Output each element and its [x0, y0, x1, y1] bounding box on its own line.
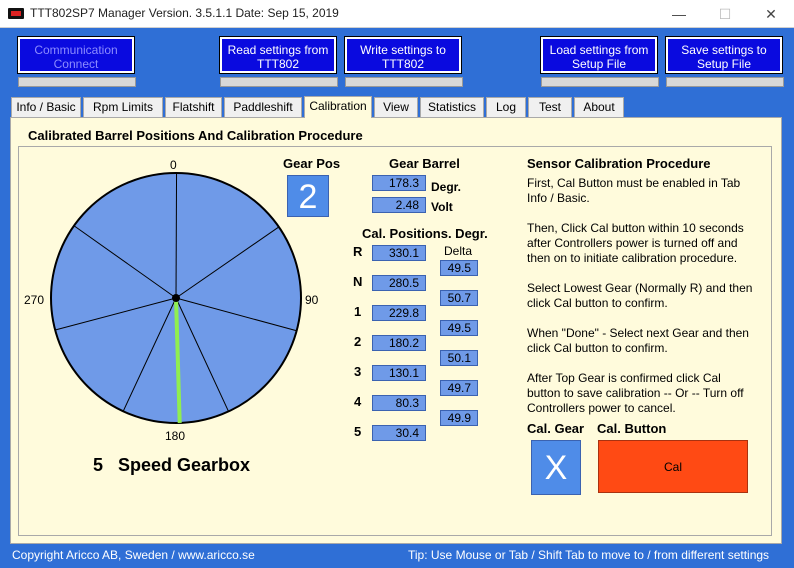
close-button[interactable]: ✕ [748, 0, 794, 28]
dial-label-180: 180 [165, 429, 186, 443]
procedure-step-2: Then, Click Cal button within 10 seconds… [527, 221, 744, 265]
volt-unit: Volt [431, 200, 453, 214]
tab-log[interactable]: Log [486, 97, 526, 117]
tab-test[interactable]: Test [528, 97, 572, 117]
save-line2: Setup File [696, 57, 752, 71]
dial-hub [172, 294, 180, 302]
gear-barrel-degrees: 178.3 [372, 175, 426, 191]
write-settings-button[interactable]: Write settings to TTT802 [344, 36, 462, 74]
cal-gear-label: Cal. Gear [527, 421, 585, 436]
read-line1: Read settings from [227, 43, 329, 57]
tab-paddleshift[interactable]: Paddleshift [224, 97, 302, 117]
load-line2: Setup File [571, 57, 627, 71]
tab-calibration[interactable]: Calibration [304, 96, 372, 118]
load-line1: Load settings from [549, 43, 649, 57]
procedure-step-3: Select Lowest Gear (Normally R) and then… [527, 281, 753, 310]
maximize-button[interactable]: ☐ [702, 0, 748, 28]
delta-value-5: 49.7 [440, 380, 478, 396]
gear-label-r: R [353, 244, 363, 259]
delta-value-3: 49.5 [440, 320, 478, 336]
app-icon [8, 8, 24, 19]
gear-label-n: N [353, 274, 363, 289]
delta-value-4: 50.1 [440, 350, 478, 366]
window-title: TTT802SP7 Manager Version. 3.5.1.1 Date:… [30, 6, 339, 20]
gear-label-4: 4 [354, 394, 362, 409]
gear-barrel-label: Gear Barrel [389, 156, 460, 171]
cal-positions-label: Cal. Positions. Degr. [362, 226, 488, 241]
write-line1: Write settings to [360, 43, 446, 57]
cal-value-4: 80.3 [372, 395, 426, 411]
save-status-bar [666, 77, 784, 87]
panel-heading: Calibrated Barrel Positions And Calibrat… [28, 128, 363, 143]
load-status-bar [541, 77, 659, 87]
tab-statistics[interactable]: Statistics [420, 97, 484, 117]
write-line2: TTT802 [381, 57, 424, 71]
tip-text: Tip: Use Mouse or Tab / Shift Tab to mov… [408, 548, 770, 562]
delta-value-6: 49.9 [440, 410, 478, 426]
read-settings-button[interactable]: Read settings from TTT802 [219, 36, 337, 74]
communication-status-bar [18, 77, 136, 87]
barrel-position-dial [50, 172, 302, 424]
tab-about[interactable]: About [574, 97, 624, 117]
cal-value-r: 330.1 [372, 245, 426, 261]
gear-label-5: 5 [354, 424, 362, 439]
dial-segment-line [175, 172, 178, 299]
procedure-step-1: First, Cal Button must be enabled in Tab… [527, 176, 741, 205]
delta-value-1: 49.5 [440, 260, 478, 276]
load-settings-button[interactable]: Load settings from Setup File [540, 36, 658, 74]
write-status-bar [345, 77, 463, 87]
procedure-step-4: When "Done" - Select next Gear and then … [527, 326, 749, 355]
tab-view[interactable]: View [374, 97, 418, 117]
tab-flatshift[interactable]: Flatshift [165, 97, 222, 117]
cal-button-label: Cal. Button [597, 421, 667, 436]
cal-value-2: 180.2 [372, 335, 426, 351]
read-status-bar [220, 77, 338, 87]
save-line1: Save settings to [681, 43, 767, 57]
delta-value-2: 50.7 [440, 290, 478, 306]
gear-label-1: 1 [354, 304, 362, 319]
cal-value-5: 30.4 [372, 425, 426, 441]
degrees-unit: Degr. [431, 180, 462, 194]
cal-value-1: 229.8 [372, 305, 426, 321]
cal-value-n: 280.5 [372, 275, 426, 291]
cal-button[interactable]: Cal [598, 440, 748, 493]
gear-barrel-volt: 2.48 [372, 197, 426, 213]
tab-info-basic[interactable]: Info / Basic [11, 97, 81, 117]
communication-line1: Communication [34, 43, 118, 57]
communication-connect-button[interactable]: Communication Connect [17, 36, 135, 74]
copyright-text: Copyright Aricco AB, Sweden / www.aricco… [12, 548, 255, 562]
gear-label-2: 2 [354, 334, 362, 349]
cal-gear-value: X [531, 440, 581, 495]
gearbox-label: 5 Speed Gearbox [93, 455, 251, 475]
cal-value-3: 130.1 [372, 365, 426, 381]
gear-pos-label: Gear Pos [283, 156, 341, 171]
gear-label-3: 3 [354, 364, 362, 379]
minimize-button[interactable]: — [656, 0, 702, 28]
communication-line2: Connect [53, 57, 99, 71]
read-line2: TTT802 [256, 57, 299, 71]
save-settings-button[interactable]: Save settings to Setup File [665, 36, 783, 74]
dial-label-270: 270 [24, 293, 45, 307]
title-bar: TTT802SP7 Manager Version. 3.5.1.1 Date:… [0, 0, 794, 28]
dial-label-90: 90 [305, 293, 319, 307]
procedure-title: Sensor Calibration Procedure [527, 156, 711, 171]
gear-pos-value: 2 [287, 175, 329, 217]
procedure-step-5: After Top Gear is confirmed click Cal bu… [527, 371, 744, 415]
tab-rpm-limits[interactable]: Rpm Limits [83, 97, 163, 117]
delta-label: Delta [444, 244, 473, 258]
